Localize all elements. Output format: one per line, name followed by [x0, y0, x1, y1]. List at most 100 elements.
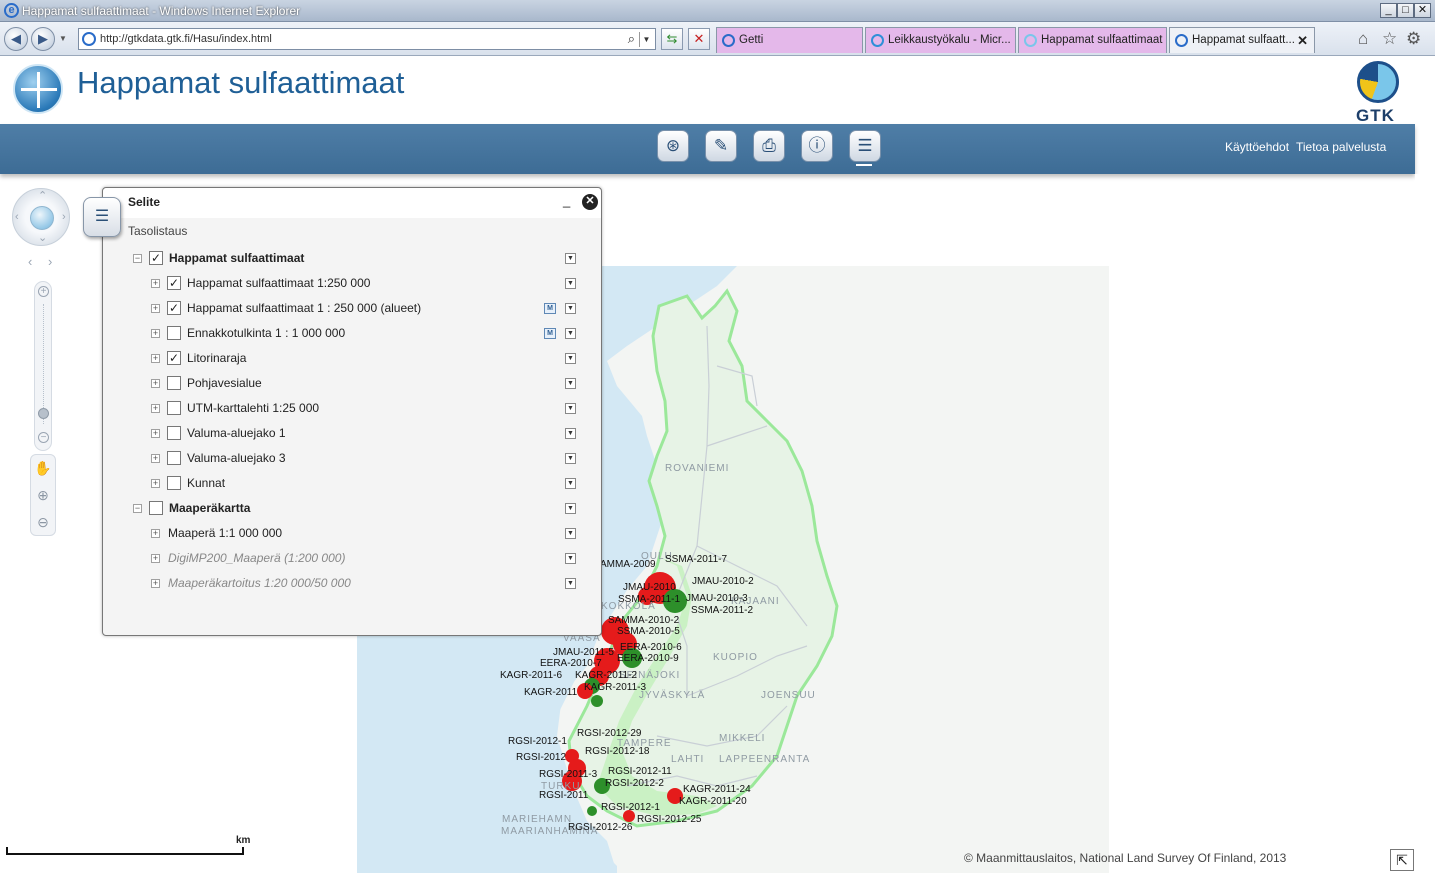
expand-icon[interactable]: + [151, 379, 160, 388]
zoom-in-box-icon[interactable]: ⊕ [31, 482, 55, 509]
layer-menu-dropdown-icon[interactable]: ▼ [565, 328, 576, 339]
layer-menu-dropdown-icon[interactable]: ▼ [565, 303, 576, 314]
home-icon[interactable]: ⌂ [1358, 29, 1368, 49]
maximize-button[interactable]: □ [1397, 3, 1414, 18]
legend-close-button[interactable]: ✕ [582, 194, 598, 210]
browser-tab[interactable]: Happamat sulfaattimaat [1018, 27, 1167, 53]
expand-icon[interactable]: + [151, 279, 160, 288]
legend-layer-row[interactable]: + ✓ Happamat sulfaattimaat 1 : 250 000 (al… [103, 300, 601, 320]
browser-tab[interactable]: Getti [716, 27, 863, 53]
layer-menu-dropdown-icon[interactable]: ▼ [565, 528, 576, 539]
legend-layer-row[interactable]: + DigiMP200_Maaperä (1:200 000) ▼ [103, 550, 601, 570]
zoom-knob[interactable] [38, 408, 49, 419]
layer-menu-dropdown-icon[interactable]: ▼ [565, 428, 576, 439]
layer-checkbox[interactable]: ✓ [149, 251, 163, 265]
legend-layer-row[interactable]: + ✓ Litorinaraja ▼ [103, 350, 601, 370]
layer-checkbox[interactable]: ✓ [167, 276, 181, 290]
search-binoculars-icon[interactable]: ⊛ [657, 130, 689, 162]
legend-layer-row[interactable]: + UTM-karttalehti 1:25 000 ▼ [103, 400, 601, 420]
refresh-icon[interactable]: ⇆ [661, 28, 683, 50]
favorites-star-icon[interactable]: ☆ [1382, 29, 1397, 49]
layer-menu-dropdown-icon[interactable]: ▼ [565, 278, 576, 289]
stop-icon[interactable]: ✕ [688, 28, 710, 50]
browser-tab[interactable]: Happamat sulfaatt... ✕ [1169, 27, 1315, 53]
metadata-icon[interactable]: M [544, 303, 556, 314]
expand-icon[interactable]: + [151, 479, 160, 488]
draw-tool-icon[interactable]: ✎ [705, 130, 737, 162]
legend-list-icon[interactable]: ☰ [83, 197, 121, 237]
pan-left-icon[interactable]: ‹ [15, 211, 19, 223]
browser-tab[interactable]: Leikkaustyökalu - Micr... [865, 27, 1016, 53]
expand-icon[interactable]: + [151, 454, 160, 463]
pan-up-icon[interactable]: ⌃ [38, 189, 47, 202]
legend-layer-row[interactable]: + Kunnat ▼ [103, 475, 601, 495]
expand-icon[interactable]: + [151, 579, 160, 588]
expand-icon[interactable]: + [151, 429, 160, 438]
pan-control[interactable]: ⌃ ‹ › ⌄ [12, 188, 70, 246]
globe-icon[interactable] [30, 206, 54, 230]
print-icon[interactable]: ⎙ [753, 130, 785, 162]
pan-down-icon[interactable]: ⌄ [38, 231, 47, 244]
address-bar[interactable]: http://gtkdata.gtk.fi/Hasu/index.html ⌕ … [78, 28, 656, 50]
legend-layer-row[interactable]: − Maaperäkartta ▼ [103, 500, 601, 520]
gtk-logo[interactable]: GTK [1354, 59, 1402, 125]
legend-layer-row[interactable]: + Ennakkotulkinta 1 : 1 000 000 M ▼ [103, 325, 601, 345]
layer-checkbox[interactable] [167, 376, 181, 390]
expand-icon[interactable]: + [151, 404, 160, 413]
zoom-out-box-icon[interactable]: ⊖ [31, 509, 55, 536]
layer-checkbox[interactable] [167, 476, 181, 490]
layer-menu-dropdown-icon[interactable]: ▼ [565, 353, 576, 364]
expand-icon[interactable]: + [151, 329, 160, 338]
history-back-icon[interactable]: ‹ [28, 254, 32, 269]
address-dropdown-icon[interactable]: ▼ [639, 32, 653, 47]
legend-minimize-button[interactable]: _ [563, 193, 570, 208]
about-link[interactable]: Tietoa palvelusta [1296, 140, 1386, 154]
search-icon[interactable]: ⌕ [628, 31, 635, 47]
history-forward-icon[interactable]: › [48, 254, 52, 269]
forward-button[interactable]: ▶ [31, 27, 55, 51]
layer-menu-dropdown-icon[interactable]: ▼ [565, 503, 576, 514]
expand-icon[interactable]: + [151, 354, 160, 363]
tab-close-icon[interactable]: ✕ [1297, 28, 1308, 53]
legend-layer-row[interactable]: − ✓ Happamat sulfaattimaat ▼ [103, 250, 601, 270]
layer-checkbox[interactable] [167, 326, 181, 340]
history-dropdown-icon[interactable]: ▼ [59, 34, 67, 43]
settings-gear-icon[interactable]: ⚙ [1406, 29, 1421, 49]
pan-right-icon[interactable]: › [62, 211, 66, 223]
legend-layer-row[interactable]: + Valuma-aluejako 1 ▼ [103, 425, 601, 445]
metadata-icon[interactable]: M [544, 328, 556, 339]
expand-icon[interactable]: + [151, 304, 160, 313]
close-button[interactable]: ✕ [1414, 3, 1431, 18]
zoom-slider[interactable]: + − [34, 281, 52, 451]
layer-menu-dropdown-icon[interactable]: ▼ [565, 553, 576, 564]
layer-menu-dropdown-icon[interactable]: ▼ [565, 578, 576, 589]
expand-icon[interactable]: + [151, 554, 160, 563]
layer-checkbox[interactable]: ✓ [167, 351, 181, 365]
legend-layer-row[interactable]: + Maaperä 1:1 000 000 ▼ [103, 525, 601, 545]
info-icon[interactable]: ⓘ [801, 130, 833, 162]
collapse-icon[interactable]: − [133, 254, 142, 263]
layer-menu-dropdown-icon[interactable]: ▼ [565, 378, 576, 389]
layer-checkbox[interactable] [149, 501, 163, 515]
zoom-out-icon[interactable]: − [38, 432, 49, 443]
back-button[interactable]: ◀ [4, 27, 28, 51]
layer-menu-dropdown-icon[interactable]: ▼ [565, 453, 576, 464]
minimize-button[interactable]: _ [1380, 3, 1397, 18]
collapse-icon[interactable]: − [133, 504, 142, 513]
legend-layer-row[interactable]: + Maaperäkartoitus 1:20 000/50 000 ▼ [103, 575, 601, 595]
layer-menu-dropdown-icon[interactable]: ▼ [565, 253, 576, 264]
layer-menu-dropdown-icon[interactable]: ▼ [565, 478, 576, 489]
layer-checkbox[interactable] [167, 401, 181, 415]
expand-icon[interactable]: + [151, 529, 160, 538]
layer-checkbox[interactable]: ✓ [167, 301, 181, 315]
layer-menu-dropdown-icon[interactable]: ▼ [565, 403, 576, 414]
terms-link[interactable]: Käyttöehdot [1225, 140, 1289, 154]
layer-checkbox[interactable] [167, 451, 181, 465]
legend-layer-row[interactable]: + ✓ Happamat sulfaattimaat 1:250 000 ▼ [103, 275, 601, 295]
layer-checkbox[interactable] [167, 426, 181, 440]
url-text[interactable]: http://gtkdata.gtk.fi/Hasu/index.html [100, 33, 272, 45]
legend-layer-row[interactable]: + Pohjavesialue ▼ [103, 375, 601, 395]
legend-layer-row[interactable]: + Valuma-aluejako 3 ▼ [103, 450, 601, 470]
zoom-in-icon[interactable]: + [38, 286, 49, 297]
pan-hand-icon[interactable]: ✋ [31, 455, 55, 482]
